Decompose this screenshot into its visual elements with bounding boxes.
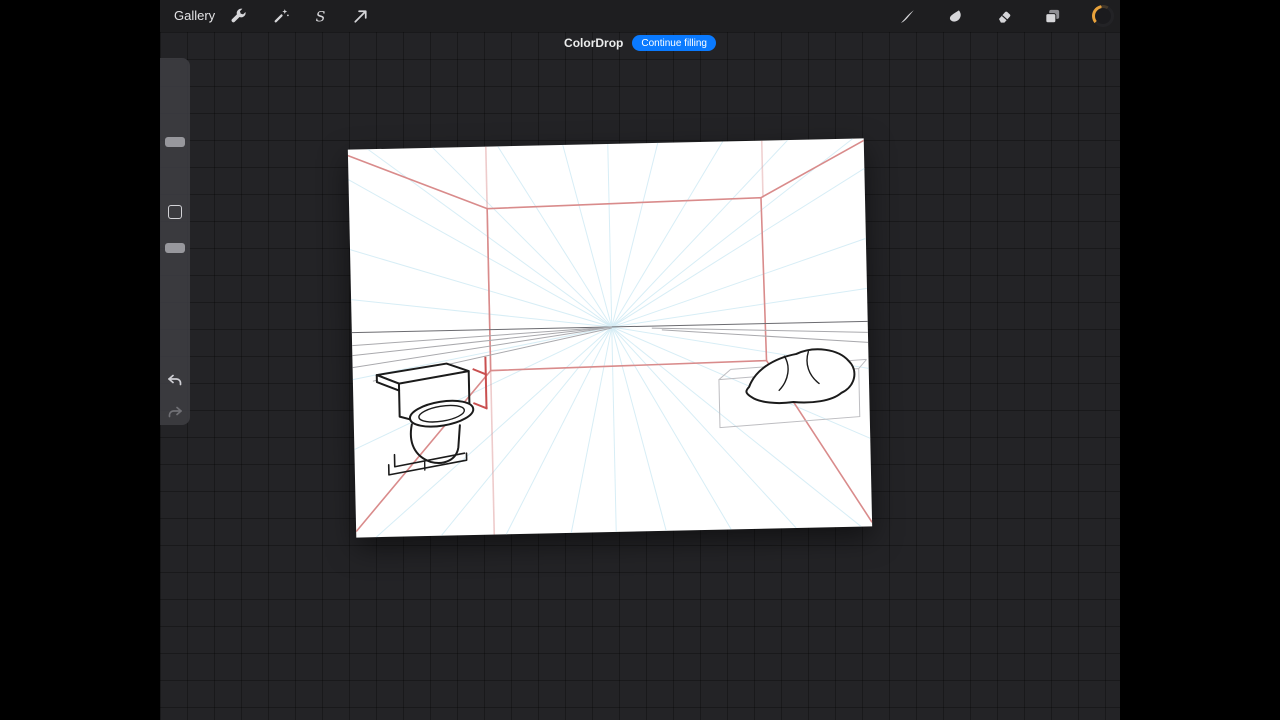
actions-wrench-icon — [229, 7, 248, 26]
layers-icon — [1043, 7, 1062, 26]
letterbox-left — [0, 0, 160, 720]
svg-text:S: S — [315, 9, 325, 25]
color-swatch[interactable] — [1092, 5, 1114, 27]
undo-icon — [166, 374, 184, 393]
paint-button[interactable] — [891, 4, 923, 28]
transform-button[interactable] — [344, 4, 376, 28]
opacity-slider[interactable] — [165, 243, 185, 253]
colordrop-banner: ColorDrop Continue filling — [160, 32, 1120, 54]
sidebar — [160, 58, 190, 425]
drawing-canvas[interactable] — [347, 138, 873, 538]
redo-icon — [166, 406, 184, 425]
erase-button[interactable] — [988, 4, 1020, 28]
rock-sketch — [745, 348, 856, 405]
undo-button[interactable] — [166, 372, 184, 390]
procreate-app: Gallery S ColorDrop Continue filling — [160, 0, 1120, 720]
erase-icon — [995, 7, 1014, 26]
top-toolbar: Gallery S — [160, 0, 1120, 32]
transform-arrow-icon — [351, 7, 370, 26]
adjustments-wand-icon — [271, 7, 290, 26]
modify-button[interactable] — [168, 205, 182, 219]
adjustments-button[interactable] — [264, 4, 296, 28]
selection-s-icon: S — [311, 7, 330, 26]
smudge-button[interactable] — [939, 4, 971, 28]
selection-button[interactable]: S — [304, 4, 336, 28]
redo-button[interactable] — [166, 404, 184, 422]
brush-size-slider[interactable] — [165, 137, 185, 147]
toilet-sketch — [375, 362, 475, 476]
canvas-artwork — [347, 138, 873, 538]
screen: Gallery S ColorDrop Continue filling — [0, 0, 1280, 720]
actions-button[interactable] — [222, 4, 254, 28]
continue-filling-button[interactable]: Continue filling — [632, 35, 716, 51]
letterbox-right — [1120, 0, 1280, 720]
gallery-button[interactable]: Gallery — [174, 0, 215, 32]
layers-button[interactable] — [1036, 4, 1068, 28]
smudge-icon — [946, 7, 965, 26]
banner-title: ColorDrop — [564, 36, 624, 50]
canvas-workspace: ColorDrop Continue filling — [160, 32, 1120, 720]
paint-brush-icon — [898, 7, 917, 26]
